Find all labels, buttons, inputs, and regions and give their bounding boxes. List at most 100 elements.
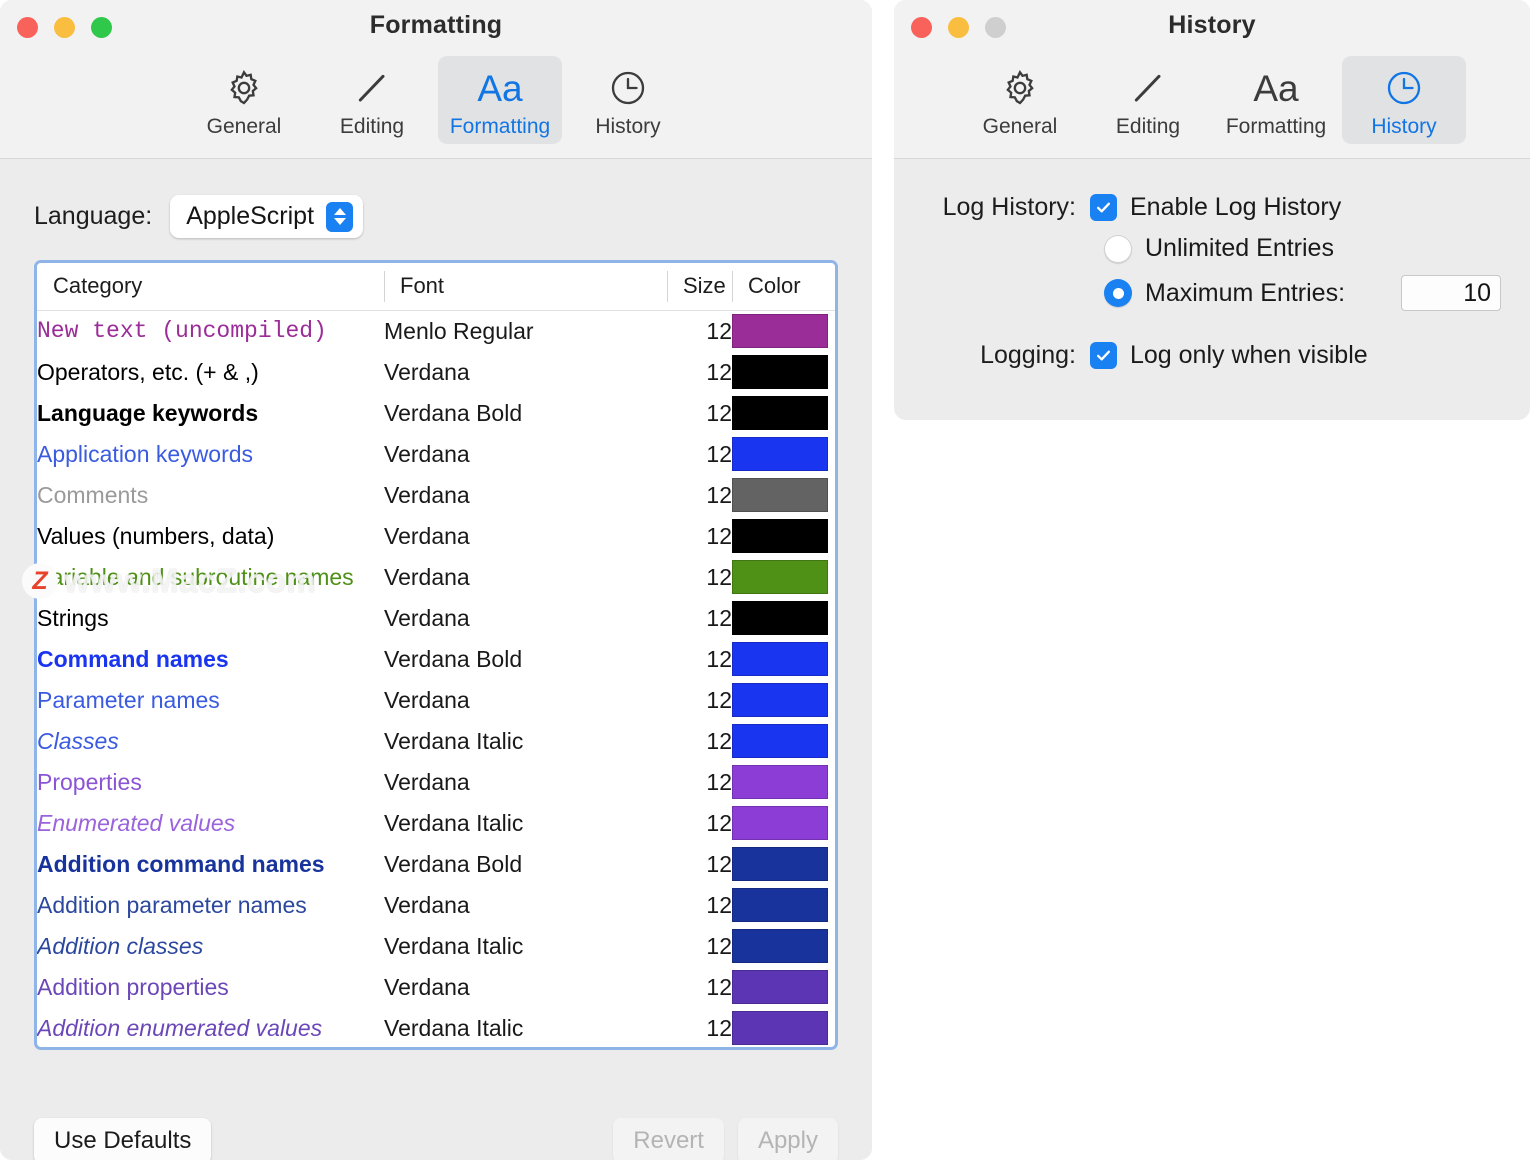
table-row[interactable]: CommentsVerdana12: [37, 475, 838, 516]
cell-color[interactable]: [732, 639, 838, 680]
color-swatch[interactable]: [732, 1011, 828, 1045]
color-swatch[interactable]: [732, 601, 828, 635]
cell-font[interactable]: Verdana Italic: [384, 803, 667, 844]
table-row[interactable]: Application keywordsVerdana12: [37, 434, 838, 475]
color-swatch[interactable]: [732, 724, 828, 758]
enable-log-history-control[interactable]: Enable Log History: [1090, 193, 1341, 222]
cell-size[interactable]: 12: [667, 762, 732, 803]
color-swatch[interactable]: [732, 560, 828, 594]
cell-font[interactable]: Verdana: [384, 434, 667, 475]
tab-history[interactable]: History: [566, 56, 690, 144]
cell-font[interactable]: Verdana: [384, 967, 667, 1008]
cell-category[interactable]: Strings: [37, 598, 384, 639]
cell-size[interactable]: 12: [667, 721, 732, 762]
column-header-font[interactable]: Font: [384, 263, 667, 311]
tab-formatting[interactable]: Aa Formatting: [438, 56, 562, 144]
cell-size[interactable]: 12: [667, 475, 732, 516]
cell-size[interactable]: 12: [667, 434, 732, 475]
history-tab-editing[interactable]: Editing: [1086, 56, 1210, 144]
cell-color[interactable]: [732, 475, 838, 516]
color-swatch[interactable]: [732, 888, 828, 922]
cell-color[interactable]: [732, 967, 838, 1008]
color-swatch[interactable]: [732, 478, 828, 512]
cell-font[interactable]: Verdana: [384, 680, 667, 721]
cell-category[interactable]: Addition properties: [37, 967, 384, 1008]
history-tab-general[interactable]: General: [958, 56, 1082, 144]
unlimited-entries-control[interactable]: Unlimited Entries: [1104, 234, 1334, 263]
cell-category[interactable]: Classes: [37, 721, 384, 762]
tab-editing[interactable]: Editing: [310, 56, 434, 144]
unlimited-entries-radio[interactable]: [1104, 235, 1132, 263]
column-header-category[interactable]: Category: [37, 263, 384, 311]
cell-category[interactable]: Command names: [37, 639, 384, 680]
cell-font[interactable]: Verdana: [384, 762, 667, 803]
cell-color[interactable]: [732, 516, 838, 557]
table-row[interactable]: Values (numbers, data)Verdana12: [37, 516, 838, 557]
cell-font[interactable]: Verdana: [384, 352, 667, 393]
color-swatch[interactable]: [732, 683, 828, 717]
cell-font[interactable]: Verdana: [384, 475, 667, 516]
cell-category[interactable]: Language keywords: [37, 393, 384, 434]
cell-category[interactable]: Operators, etc. (+ & ,): [37, 352, 384, 393]
cell-size[interactable]: 12: [667, 967, 732, 1008]
cell-font[interactable]: Verdana: [384, 516, 667, 557]
cell-font[interactable]: Verdana Bold: [384, 639, 667, 680]
formatting-table-scroll[interactable]: Category Font Size Color New text (uncom…: [34, 260, 838, 1050]
log-only-when-visible-control[interactable]: Log only when visible: [1090, 341, 1368, 370]
cell-size[interactable]: 12: [667, 393, 732, 434]
cell-font[interactable]: Verdana Italic: [384, 1008, 667, 1049]
table-row[interactable]: Addition classesVerdana Italic12: [37, 926, 838, 967]
cell-color[interactable]: [732, 434, 838, 475]
column-header-color[interactable]: Color: [732, 263, 838, 311]
table-row[interactable]: Addition enumerated valuesVerdana Italic…: [37, 1008, 838, 1049]
color-swatch[interactable]: [732, 642, 828, 676]
cell-category[interactable]: Properties: [37, 762, 384, 803]
cell-font[interactable]: Verdana: [384, 598, 667, 639]
tab-general[interactable]: General: [182, 56, 306, 144]
cell-size[interactable]: 12: [667, 639, 732, 680]
color-swatch[interactable]: [732, 396, 828, 430]
table-row[interactable]: PropertiesVerdana12: [37, 762, 838, 803]
use-defaults-button[interactable]: Use Defaults: [34, 1118, 211, 1160]
color-swatch[interactable]: [732, 765, 828, 799]
cell-category[interactable]: Parameter names: [37, 680, 384, 721]
column-header-size[interactable]: Size: [667, 263, 732, 311]
maximum-entries-control[interactable]: Maximum Entries:: [1104, 279, 1345, 308]
cell-size[interactable]: 12: [667, 926, 732, 967]
color-swatch[interactable]: [732, 355, 828, 389]
color-swatch[interactable]: [732, 970, 828, 1004]
cell-color[interactable]: [732, 680, 838, 721]
table-row[interactable]: Variable and subroutine namesVerdana12: [37, 557, 838, 598]
cell-size[interactable]: 12: [667, 516, 732, 557]
cell-color[interactable]: [732, 311, 838, 352]
color-swatch[interactable]: [732, 929, 828, 963]
cell-color[interactable]: [732, 885, 838, 926]
cell-color[interactable]: [732, 762, 838, 803]
cell-color[interactable]: [732, 1008, 838, 1049]
cell-category[interactable]: Addition enumerated values: [37, 1008, 384, 1049]
cell-color[interactable]: [732, 598, 838, 639]
cell-font[interactable]: Verdana: [384, 885, 667, 926]
cell-category[interactable]: Enumerated values: [37, 803, 384, 844]
cell-size[interactable]: 12: [667, 1008, 732, 1049]
history-tab-history[interactable]: History: [1342, 56, 1466, 144]
table-row[interactable]: Parameter namesVerdana12: [37, 680, 838, 721]
log-only-when-visible-checkbox[interactable]: [1090, 342, 1117, 369]
table-row[interactable]: New text (uncompiled)Menlo Regular12: [37, 311, 838, 352]
cell-category[interactable]: Variable and subroutine names: [37, 557, 384, 598]
cell-category[interactable]: Application keywords: [37, 434, 384, 475]
table-row[interactable]: ClassesVerdana Italic12: [37, 721, 838, 762]
cell-font[interactable]: Menlo Regular: [384, 311, 667, 352]
table-row[interactable]: Addition propertiesVerdana12: [37, 967, 838, 1008]
table-row[interactable]: Operators, etc. (+ & ,)Verdana12: [37, 352, 838, 393]
color-swatch[interactable]: [732, 314, 828, 348]
cell-font[interactable]: Verdana Bold: [384, 844, 667, 885]
table-row[interactable]: Addition command namesVerdana Bold12: [37, 844, 838, 885]
cell-category[interactable]: Comments: [37, 475, 384, 516]
cell-size[interactable]: 12: [667, 803, 732, 844]
table-row[interactable]: Command namesVerdana Bold12: [37, 639, 838, 680]
cell-size[interactable]: 12: [667, 885, 732, 926]
color-swatch[interactable]: [732, 519, 828, 553]
cell-category[interactable]: Addition classes: [37, 926, 384, 967]
cell-color[interactable]: [732, 844, 838, 885]
